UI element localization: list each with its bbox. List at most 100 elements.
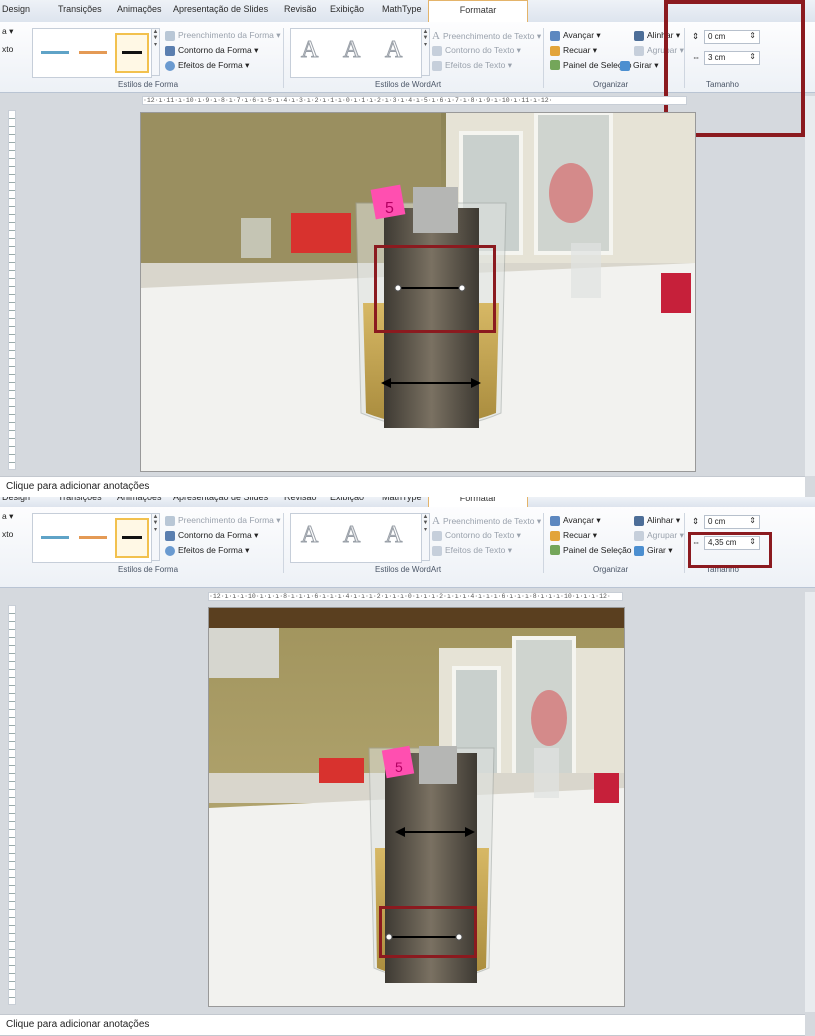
line-style-blue[interactable] [41,536,69,539]
tab-design[interactable]: Design [2,4,30,14]
shape-styles-gallery[interactable] [32,513,152,563]
shape-outline-label: Contorno da Forma ▾ [178,530,259,540]
paint-bucket-icon [165,515,175,526]
align-button[interactable]: Alinhar ▾ [634,515,680,526]
bring-forward-label: Avançar ▾ [563,30,601,40]
selection-pane-icon [550,60,560,70]
text-effects-button[interactable]: Efeitos de Texto ▾ [432,545,512,556]
tab-animacoes[interactable]: Animações [117,497,162,502]
tab-formatar[interactable]: Formatar [428,0,528,22]
shape-effects-button[interactable]: Efeitos de Forma ▾ [165,545,249,556]
line-style-black-selected[interactable] [115,33,149,73]
shape-fill-label: Preenchimento da Forma ▾ [178,30,281,40]
shape-fill-button[interactable]: Preenchimento da Forma ▾ [165,515,281,526]
send-backward-label: Recuar ▾ [563,45,598,55]
tab-revisao[interactable]: Revisão [284,4,317,14]
text-effects-button[interactable]: Efeitos de Texto ▾ [432,60,512,71]
gallery-scroll[interactable]: ▲ ▼ ▾ [151,28,160,76]
beaker-label-number: 5 [395,759,403,775]
wordart-scroll[interactable]: ▲ ▼ ▾ [421,28,430,76]
group-label-forma: Estilos de Forma [118,80,179,89]
wordart-gallery[interactable]: A A A [290,28,422,78]
effects-icon [165,545,175,556]
tab-transicoes[interactable]: Transições [58,497,102,502]
wordart-style-1[interactable]: A [300,37,318,64]
tab-apresentacao[interactable]: Apresentação de Slides [173,4,268,14]
selection-pane-label: Painel de Seleção [563,545,632,555]
screenshot-bottom: Design Transições Animações Apresentação… [0,497,815,1036]
text-fill-button[interactable]: A Preenchimento de Texto ▾ [432,30,541,42]
separator [283,28,284,88]
tab-mathtype[interactable]: MathType [382,497,422,502]
tab-animacoes[interactable]: Animações [117,4,162,14]
vertical-ruler [8,605,16,1005]
shape-outline-label: Contorno da Forma ▾ [178,45,259,55]
vertical-scrollbar[interactable] [805,96,815,476]
shape-fill-button[interactable]: Preenchimento da Forma ▾ [165,30,281,41]
slide-photo: 5 [208,607,625,1007]
vertical-scrollbar[interactable] [805,592,815,1012]
spin-arrows-icon[interactable]: ⇕ [749,516,756,525]
bring-forward-label: Avançar ▾ [563,515,601,525]
send-backward-button[interactable]: Recuar ▾ [550,45,597,56]
separator [684,513,685,573]
wordart-style-3[interactable]: A [384,522,402,549]
shape-height-input[interactable]: 0 cm ⇕ [704,515,760,529]
group-label-organizar: Organizar [593,80,629,89]
bring-forward-icon [550,515,560,526]
send-backward-button[interactable]: Recuar ▾ [550,530,597,541]
pencil-icon [165,45,175,56]
tab-transicoes[interactable]: Transições [58,4,102,14]
tab-apresentacao[interactable]: Apresentação de Slides [173,497,268,502]
wordart-style-2[interactable]: A [342,37,360,64]
separator [543,513,544,573]
selection-pane-icon [550,545,560,555]
tab-mathtype[interactable]: MathType [382,4,422,14]
highlight-top-measure [374,245,496,333]
align-icon [634,515,644,526]
bring-forward-button[interactable]: Avançar ▾ [550,30,601,41]
line-style-black-selected[interactable] [115,518,149,558]
selection-pane-button[interactable]: Painel de Seleção [550,545,632,555]
separator [283,513,284,573]
wordart-gallery[interactable]: A A A [290,513,422,563]
text-effects-label: Efeitos de Texto ▾ [445,60,512,70]
shape-outline-button[interactable]: Contorno da Forma ▾ [165,530,258,541]
pencil-icon [432,530,442,541]
cut-label-bottom: xto [2,529,14,539]
tab-revisao[interactable]: Revisão [284,497,317,502]
rotate-button[interactable]: Girar ▾ [634,545,673,556]
group-button[interactable]: Agrupar ▾ [634,530,684,541]
paint-bucket-icon [165,30,175,41]
tab-exibicao[interactable]: Exibição [330,497,364,502]
text-fill-button[interactable]: A Preenchimento de Texto ▾ [432,515,541,527]
tab-formatar[interactable]: Formatar [428,497,528,507]
height-value: 0 cm [708,517,726,526]
tab-exibicao[interactable]: Exibição [330,4,364,14]
cut-label-top: a ▾ [2,26,14,36]
pencil-icon [432,45,442,56]
effects-icon [432,545,442,556]
tab-design[interactable]: Design [2,497,30,502]
line-style-blue[interactable] [41,51,69,54]
wordart-style-2[interactable]: A [342,522,360,549]
rotate-button[interactable]: Girar ▾ [620,60,659,71]
text-outline-button[interactable]: Contorno do Texto ▾ [432,45,521,56]
shape-effects-button[interactable]: Efeitos de Forma ▾ [165,60,249,71]
wordart-style-1[interactable]: A [300,522,318,549]
align-label: Alinhar ▾ [647,515,681,525]
text-outline-button[interactable]: Contorno do Texto ▾ [432,530,521,541]
wordart-style-3[interactable]: A [384,37,402,64]
gallery-scroll[interactable]: ▲ ▼ ▾ [151,513,160,561]
shape-outline-button[interactable]: Contorno da Forma ▾ [165,45,258,56]
line-style-orange[interactable] [79,536,107,539]
shape-styles-gallery[interactable] [32,28,152,78]
notes-pane[interactable]: Clique para adicionar anotações [0,476,805,497]
horizontal-ruler: ·12·ı·ı·ı·10·ı·ı·ı·8·ı·ı·ı·6·ı·ı·ı·4·ı·ı… [208,592,623,601]
bring-forward-button[interactable]: Avançar ▾ [550,515,601,526]
ribbon: a ▾ xto ▲ ▼ ▾ Preenchimento da Forma ▾ Con… [0,507,815,588]
line-style-orange[interactable] [79,51,107,54]
wordart-scroll[interactable]: ▲ ▼ ▾ [421,513,430,561]
send-backward-icon [550,530,560,541]
notes-pane[interactable]: Clique para adicionar anotações [0,1014,805,1036]
